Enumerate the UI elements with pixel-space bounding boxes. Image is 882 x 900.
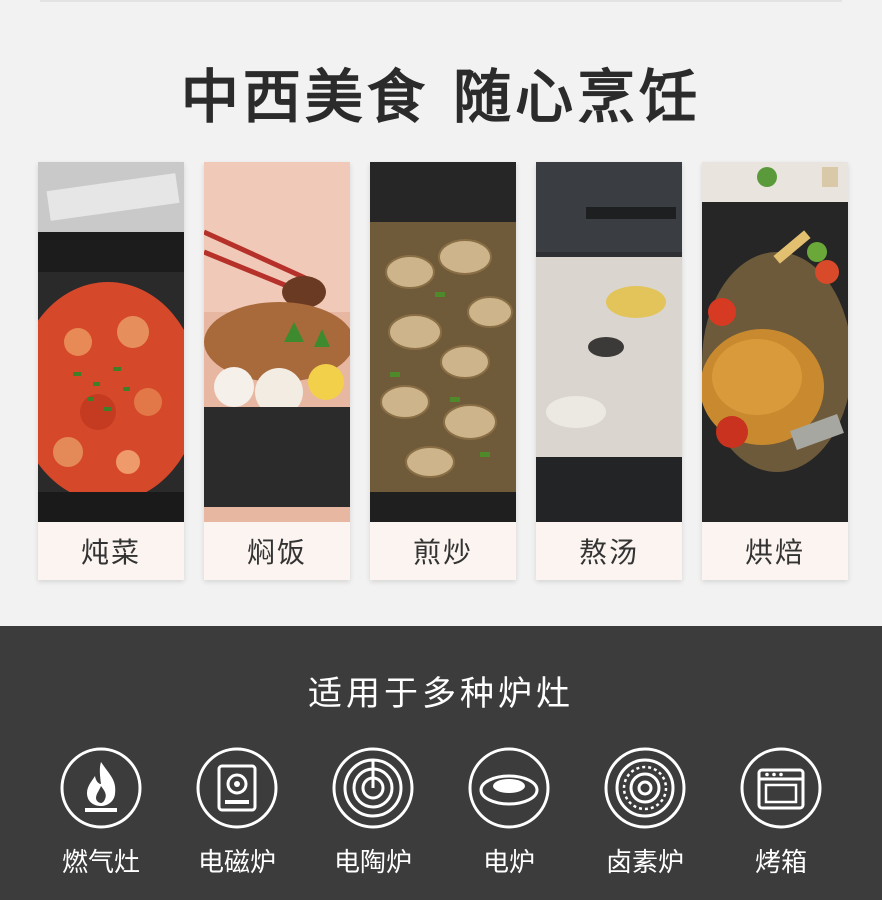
stove-electric: 电炉: [454, 746, 564, 879]
baking-photo: [702, 162, 848, 522]
stirfry-photo: [370, 162, 516, 522]
oven-icon: [740, 747, 822, 829]
stove-oven: 烤箱: [726, 746, 836, 879]
headline: 中西美食 随心烹饪: [180, 63, 702, 131]
electric-stove-icon: [468, 747, 550, 829]
dish-label: 煎炒: [412, 536, 473, 569]
dish-label: 焖饭: [246, 536, 307, 569]
stove-label: 卤素炉: [605, 848, 684, 878]
stove-label: 电陶炉: [333, 848, 412, 878]
stew-photo: [38, 162, 184, 522]
soup-photo: [536, 162, 682, 522]
dish-cards: 炖菜 焖饭 煎炒 熬汤 烘焙: [38, 162, 848, 580]
dish-label: 熬汤: [578, 536, 639, 569]
dish-card-stew[interactable]: 炖菜: [38, 162, 184, 580]
flame-icon: [60, 747, 142, 829]
rice-photo: [204, 162, 350, 522]
stove-induction: 电磁炉: [182, 746, 292, 879]
halogen-hob-icon: [604, 747, 686, 829]
stove-halogen: 卤素炉: [590, 746, 700, 879]
stove-label: 烤箱: [754, 848, 807, 878]
stove-gas: 燃气灶: [46, 746, 156, 879]
dish-card-soup[interactable]: 熬汤: [536, 162, 682, 580]
stove-label: 燃气灶: [61, 848, 140, 878]
stove-ceramic: 电陶炉: [318, 746, 428, 879]
dishes-section: 中西美食 随心烹饪 炖菜 焖饭 煎炒 熬汤 烘焙: [0, 0, 882, 626]
stoves-section: 适用于多种炉灶 燃气灶 电磁炉 电陶炉 电炉 卤素炉 烤箱: [0, 626, 882, 900]
dish-card-baking[interactable]: 烘焙: [702, 162, 848, 580]
top-divider: [40, 0, 842, 2]
dish-card-rice[interactable]: 焖饭: [204, 162, 350, 580]
stove-label: 电炉: [482, 848, 535, 878]
dish-card-stirfry[interactable]: 煎炒: [370, 162, 516, 580]
dish-label: 炖菜: [80, 536, 141, 569]
dish-label: 烘焙: [744, 536, 805, 569]
stove-label: 电磁炉: [197, 848, 276, 878]
induction-icon: [196, 747, 278, 829]
stoves-title: 适用于多种炉灶: [308, 674, 574, 714]
ceramic-hob-icon: [332, 747, 414, 829]
